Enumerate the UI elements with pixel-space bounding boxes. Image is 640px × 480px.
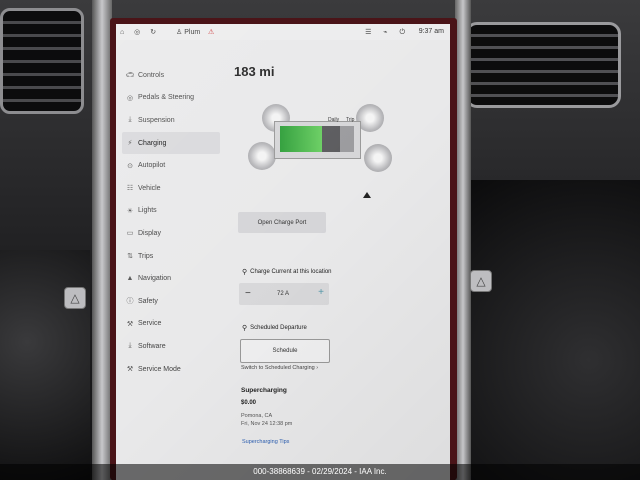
charge-current-label: ⚲ Charge Current at this location [242,268,332,276]
status-bar: ⌂ ◎ ↻ ♙ Plum ⚠ ☰ ⌁ ⏻ 9:37 am [116,24,450,40]
wrench-icon: ⚒︎ [126,366,134,374]
schedule-button[interactable]: Schedule [240,339,330,363]
autopilot-icon: ⊙ [127,162,133,170]
status-icons: ⌂ ◎ ↻ [120,29,161,36]
sidebar-item-controls[interactable]: 🚗︎ Controls [122,64,222,87]
supercharging-tips-link[interactable]: Supercharging Tips [242,439,289,445]
settings-sidebar: 🚗︎ Controls ◎ Pedals & Steering ⤓ Suspen… [122,64,222,380]
open-charge-port-button[interactable]: Open Charge Port [238,212,326,233]
sidebar-item-label: Suspension [138,116,175,124]
sidebar-item-label: Lights [138,207,157,215]
location-pin-icon: ⚲ [242,269,248,276]
sidebar-item-label: Vehicle [138,184,161,192]
sidebar-item-suspension[interactable]: ⤓ Suspension [122,109,222,132]
right-seat [470,180,640,480]
sidebar-item-software[interactable]: ⤓ Software [122,335,222,358]
driver-profile[interactable]: ♙ Plum [176,28,200,36]
right-air-vent [465,22,621,108]
supercharging-title: Supercharging [241,387,287,394]
sidebar-item-service-mode[interactable]: ⚒︎ Service Mode [122,358,222,381]
car-battery-graphic[interactable]: Daily Trip [244,104,392,198]
car-icon: 🚗︎ [125,72,135,80]
touchscreen: ⌂ ◎ ↻ ♙ Plum ⚠ ☰ ⌁ ⏻ 9:37 am 🚗︎ Controls… [116,24,450,480]
sidebar-item-charging[interactable]: ⚡︎ Charging [122,131,220,155]
sidebar-item-label: Display [138,229,161,237]
vehicle-icon: ☷ [126,185,134,193]
download-icon: ⤓ [128,342,132,350]
trips-icon: ⇅ [127,253,133,261]
charge-limit-marker[interactable] [363,192,371,198]
scheduled-departure-label: ⚲ Scheduled Departure [242,324,307,332]
clock: 9:37 am [418,28,444,35]
supercharging-date: Fri, Nov 24 12:38 pm [241,421,293,427]
navigation-icon: ▲ [126,275,134,283]
sidebar-item-label: Controls [138,71,165,79]
sidebar-item-label: Service Mode [138,365,181,373]
sidebar-item-label: Software [138,342,166,350]
sidebar-item-label: Autopilot [138,162,166,170]
sidebar-item-label: Charging [138,139,167,147]
sidebar-item-trips[interactable]: ⇅ Trips [122,245,222,268]
daily-label: Daily [328,117,340,123]
current-value: 72 A [277,291,290,297]
left-trim [92,0,112,480]
sun-icon: ☀︎ [126,207,134,215]
sidebar-item-lights[interactable]: ☀︎ Lights [122,200,222,223]
sidebar-item-label: Trips [138,252,154,260]
alert-icon[interactable]: ⚠ [208,28,214,36]
hazard-button-icon[interactable]: △ [64,287,86,309]
watermark: 000-38868639 - 02/29/2024 - IAA Inc. [0,464,640,480]
charge-current-text: Charge Current at this location [250,269,332,275]
battery-trip-segment [340,126,354,152]
hazard-button-icon[interactable]: △ [470,270,492,292]
range-display: 183 mi [234,64,275,79]
lightning-icon: ⚡︎ [127,140,133,148]
supercharging-location: Pomona, CA [241,413,273,419]
charge-current-stepper: − 72 A + [239,283,329,305]
sidebar-item-vehicle[interactable]: ☷ Vehicle [122,177,222,200]
sidebar-item-autopilot[interactable]: ⊙ Autopilot [122,154,222,177]
left-air-vent [0,8,84,114]
steering-icon: ◎ [126,94,134,102]
sidebar-item-label: Pedals & Steering [138,94,195,102]
sidebar-item-safety[interactable]: ⓘ Safety [122,290,222,313]
wheel [248,142,276,170]
decrease-current-button[interactable]: − [245,288,251,299]
status-right-icons: ☰ ⌁ ⏻ [365,29,410,36]
sidebar-item-label: Service [138,320,162,328]
left-seat [0,250,90,480]
sidebar-item-label: Navigation [138,275,172,283]
sidebar-item-pedals-steering[interactable]: ◎ Pedals & Steering [122,87,222,110]
suspension-icon: ⤓ [128,116,132,124]
display-icon: ▭ [126,230,134,238]
sidebar-item-label: Safety [138,297,158,305]
location-pin-icon: ⚲ [242,325,248,332]
sidebar-item-service[interactable]: ⚒︎ Service [122,313,222,336]
sidebar-item-navigation[interactable]: ▲ Navigation [122,267,222,290]
right-trim [455,0,471,480]
switch-scheduled-charging-link[interactable]: Switch to Scheduled Charging › [241,365,318,371]
battery-level-bar [280,126,340,152]
increase-current-button[interactable]: + [318,287,324,298]
wheel [364,144,392,172]
supercharging-price: $0.00 [241,400,257,406]
sidebar-item-display[interactable]: ▭ Display [122,222,222,245]
scheduled-departure-text: Scheduled Departure [250,325,307,331]
safety-icon: ⓘ [126,298,134,306]
trip-label: Trip [346,117,355,123]
wrench-icon: ⚒︎ [126,320,134,328]
